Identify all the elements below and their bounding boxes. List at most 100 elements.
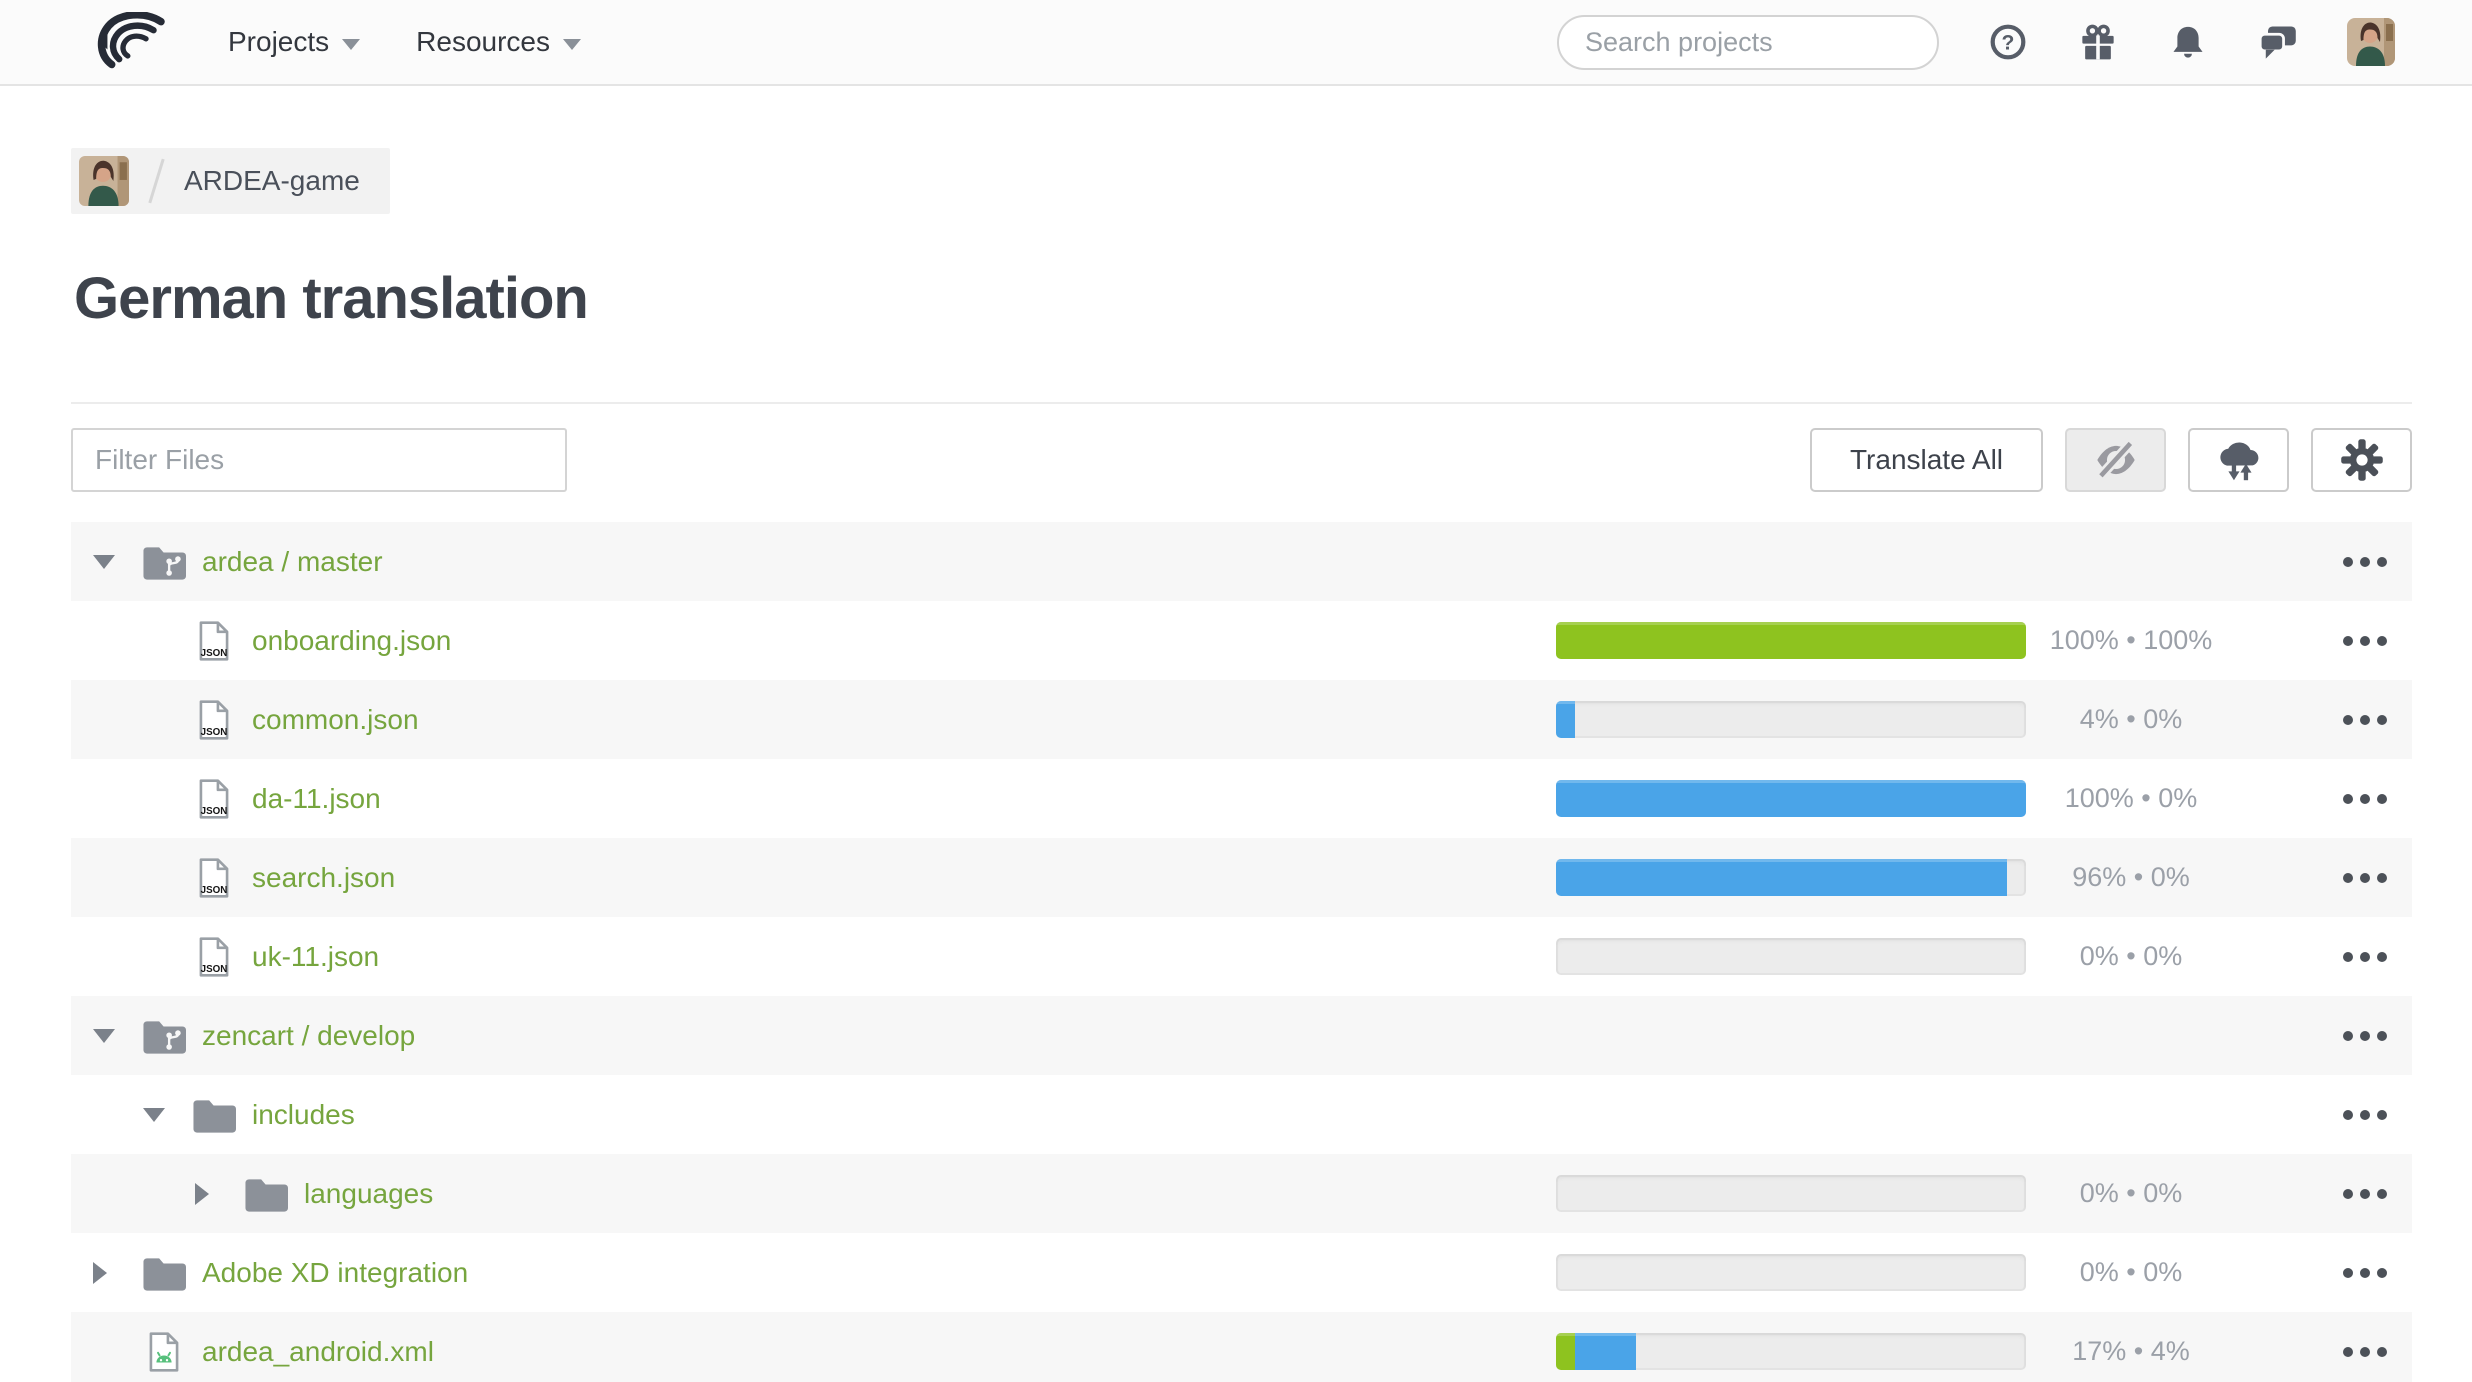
row-menu-button[interactable] xyxy=(2337,1233,2393,1312)
sync-files-button[interactable] xyxy=(2188,428,2289,492)
translate-all-button[interactable]: Translate All xyxy=(1810,428,2043,492)
progress-bar xyxy=(1556,1175,2026,1212)
file-link[interactable]: da-11.json xyxy=(252,783,381,815)
bell-icon xyxy=(2169,23,2207,61)
progress-translated xyxy=(1556,859,2007,896)
settings-button[interactable] xyxy=(2311,428,2412,492)
messages-button[interactable] xyxy=(2257,21,2299,63)
progress-stats: 0% • 0% xyxy=(2021,1154,2241,1233)
table-row: common.json 4% • 0% xyxy=(71,680,2412,759)
progress-bar xyxy=(1556,859,2026,896)
row-menu-button[interactable] xyxy=(2337,522,2393,601)
progress-stats: 96% • 0% xyxy=(2021,838,2241,917)
progress-stats: 4% • 0% xyxy=(2021,680,2241,759)
file-link[interactable]: search.json xyxy=(252,862,395,894)
json-file-icon xyxy=(190,857,238,899)
row-menu-button[interactable] xyxy=(2337,917,2393,996)
chevron-down-icon xyxy=(342,39,360,50)
expand-caret[interactable] xyxy=(93,1262,123,1284)
page-title: German translation xyxy=(74,270,2472,328)
table-row: da-11.json 100% • 0% xyxy=(71,759,2412,838)
chevron-down-icon xyxy=(563,39,581,50)
nav-projects-label: Projects xyxy=(228,26,329,58)
progress-stats: 100% • 100% xyxy=(2021,601,2241,680)
progress-bar xyxy=(1556,1333,2026,1370)
filter-files-input[interactable] xyxy=(71,428,567,492)
search-input[interactable] xyxy=(1585,27,1939,58)
notifications-button[interactable] xyxy=(2167,21,2209,63)
row-menu-button[interactable] xyxy=(2337,680,2393,759)
table-row: ardea / master xyxy=(71,522,2412,601)
gift-icon xyxy=(2079,23,2117,61)
collapse-caret[interactable] xyxy=(143,1108,173,1122)
top-navbar: Projects Resources xyxy=(0,0,2472,86)
folder-link[interactable]: languages xyxy=(304,1178,433,1210)
progress-translated xyxy=(1575,1333,1636,1370)
table-row: onboarding.json 100% • 100% xyxy=(71,601,2412,680)
file-link[interactable]: ardea_android.xml xyxy=(202,1336,434,1368)
progress-stats: 100% • 0% xyxy=(2021,759,2241,838)
json-file-icon xyxy=(190,936,238,978)
breadcrumb-project-name[interactable]: ARDEA-game xyxy=(184,165,360,197)
folder-link[interactable]: zencart / develop xyxy=(202,1020,415,1052)
row-menu-button[interactable] xyxy=(2337,838,2393,917)
breadcrumb[interactable]: ARDEA-game xyxy=(71,148,390,214)
nav-resources-menu[interactable]: Resources xyxy=(416,26,581,58)
file-link[interactable]: common.json xyxy=(252,704,419,736)
table-row: languages 0% • 0% xyxy=(71,1154,2412,1233)
file-link[interactable]: uk-11.json xyxy=(252,941,379,973)
table-row: includes xyxy=(71,1075,2412,1154)
collapse-caret[interactable] xyxy=(93,555,123,569)
caret-right-icon xyxy=(93,1262,107,1284)
avatar-image xyxy=(2347,18,2395,66)
folder-link[interactable]: includes xyxy=(252,1099,355,1131)
folder-link[interactable]: ardea / master xyxy=(202,546,383,578)
expand-caret[interactable] xyxy=(195,1183,225,1205)
section-divider xyxy=(71,402,2412,404)
progress-bar xyxy=(1556,1254,2026,1291)
row-menu-button[interactable] xyxy=(2337,1075,2393,1154)
table-row: Adobe XD integration 0% • 0% xyxy=(71,1233,2412,1312)
toggle-hidden-files-button[interactable] xyxy=(2065,428,2166,492)
file-link[interactable]: onboarding.json xyxy=(252,625,451,657)
caret-down-icon xyxy=(93,555,115,569)
folder-link[interactable]: Adobe XD integration xyxy=(202,1257,468,1289)
row-menu-button[interactable] xyxy=(2337,996,2393,1075)
avatar-image xyxy=(79,156,129,206)
progress-stats: 0% • 0% xyxy=(2021,1233,2241,1312)
progress-bar xyxy=(1556,780,2026,817)
row-menu-button[interactable] xyxy=(2337,759,2393,838)
row-menu-button[interactable] xyxy=(2337,1154,2393,1233)
collapse-caret[interactable] xyxy=(93,1029,123,1043)
file-table: ardea / master onboarding.json 100% • 10… xyxy=(71,522,2412,1382)
user-avatar[interactable] xyxy=(2347,18,2395,66)
gear-icon xyxy=(2340,438,2384,482)
gift-button[interactable] xyxy=(2077,21,2119,63)
breadcrumb-divider xyxy=(148,159,164,204)
toolbar-actions: Translate All xyxy=(1810,428,2412,492)
progress-translated xyxy=(1556,780,2026,817)
chat-icon xyxy=(2258,23,2298,61)
table-row: ardea_android.xml 17% • 4% xyxy=(71,1312,2412,1382)
table-row: zencart / develop xyxy=(71,996,2412,1075)
caret-down-icon xyxy=(143,1108,165,1122)
cloud-sync-icon xyxy=(2215,438,2263,482)
json-file-icon xyxy=(190,620,238,662)
project-search xyxy=(1557,15,1939,70)
progress-stats: 0% • 0% xyxy=(2021,917,2241,996)
android-file-icon xyxy=(140,1331,188,1373)
app-logo[interactable] xyxy=(92,11,172,73)
row-menu-button[interactable] xyxy=(2337,1312,2393,1382)
help-icon xyxy=(1989,23,2027,61)
navbar-right xyxy=(1557,15,2395,70)
project-avatar xyxy=(79,156,129,206)
progress-approved xyxy=(1556,1333,1575,1370)
files-toolbar: Translate All xyxy=(71,428,2412,492)
row-menu-button[interactable] xyxy=(2337,601,2393,680)
caret-right-icon xyxy=(195,1183,209,1205)
progress-bar xyxy=(1556,938,2026,975)
nav-projects-menu[interactable]: Projects xyxy=(228,26,360,58)
caret-down-icon xyxy=(93,1029,115,1043)
help-button[interactable] xyxy=(1987,21,2029,63)
json-file-icon xyxy=(190,699,238,741)
